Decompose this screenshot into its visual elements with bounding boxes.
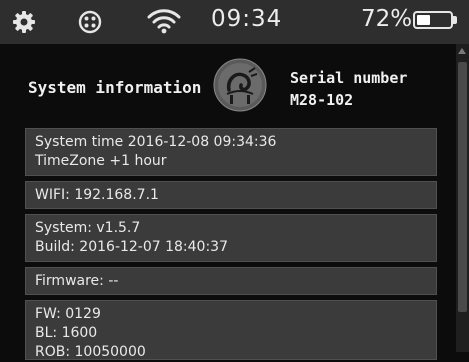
gear-icon[interactable]: [12, 10, 36, 38]
rob-text: ROB: 10050000: [35, 344, 146, 360]
system-time-panel: System time 2016-12-08 09:34:36 TimeZone…: [25, 128, 437, 176]
wifi-icon[interactable]: [146, 7, 182, 39]
wifi-address-text: WIFI: 192.168.7.1: [35, 187, 159, 203]
bootloader-text: BL: 1600: [35, 325, 98, 341]
firmware-text: Firmware: --: [35, 273, 119, 289]
serial-number-value: M28-102: [290, 91, 354, 109]
scrollbar[interactable]: [456, 44, 469, 352]
scrollbar-thumb[interactable]: [458, 62, 467, 312]
fossilnab-logo: [213, 58, 267, 112]
wifi-panel: WIFI: 192.168.7.1: [25, 181, 437, 209]
system-version-panel: System: v1.5.7 Build: 2016-12-07 18:40:3…: [25, 214, 437, 262]
battery-icon: [413, 11, 453, 29]
firmware-panel: Firmware: --: [25, 267, 437, 295]
timezone-text: TimeZone +1 hour: [35, 153, 167, 169]
reels-icon[interactable]: [78, 10, 102, 38]
serial-number-label: Serial number: [290, 69, 408, 87]
status-bar: 09:34 72%: [0, 0, 469, 44]
build-date-text: Build: 2016-12-07 18:40:37: [35, 239, 228, 255]
fw-details-panel: FW: 0129 BL: 1600 ROB: 10050000: [25, 300, 437, 360]
page-title: System information: [28, 78, 202, 97]
scroll-up-arrow-icon[interactable]: [458, 48, 466, 54]
clock-time: 09:34: [211, 6, 283, 32]
fw-version-text: FW: 0129: [35, 306, 101, 322]
system-time-text: System time 2016-12-08 09:34:36: [35, 134, 277, 150]
battery-tip: [453, 16, 457, 24]
battery-percent: 72%: [361, 6, 413, 32]
system-version-text: System: v1.5.7: [35, 220, 141, 236]
